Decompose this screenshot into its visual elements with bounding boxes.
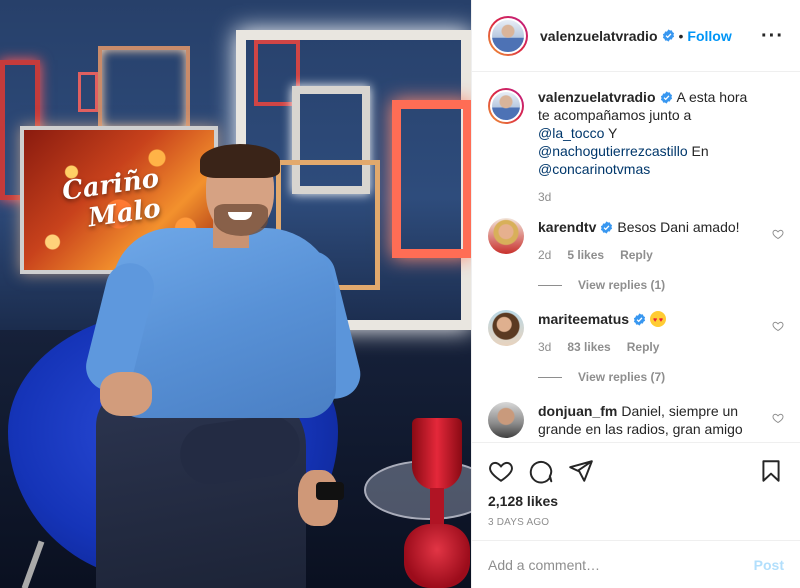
replies-divider — [538, 376, 562, 378]
red-goblet — [412, 418, 462, 490]
instagram-post: Cariño Malo valenzuelatvradio • Follow ·… — [0, 0, 800, 588]
caption-username[interactable]: valenzuelatvradio — [538, 89, 656, 105]
person-hair — [200, 144, 280, 178]
post-header: valenzuelatvradio • Follow ··· — [472, 0, 800, 72]
comment-likes[interactable]: 83 likes — [567, 338, 610, 356]
commenter-avatar[interactable] — [488, 218, 524, 254]
view-replies-label: View replies (7) — [578, 370, 666, 384]
comment-meta: 2d 5 likes Reply — [538, 246, 760, 264]
comments-list[interactable]: valenzuelatvradio A esta hora te acompañ… — [472, 72, 800, 442]
verified-badge-icon — [601, 221, 613, 234]
add-comment-bar: Post — [472, 540, 800, 588]
comment-meta: 3d 83 likes Reply — [538, 338, 760, 356]
comment-text: Besos Dani amado! — [617, 219, 740, 235]
commenter-username[interactable]: karendtv — [538, 219, 596, 235]
likes-count[interactable]: 2,128 likes — [488, 493, 784, 509]
caption: valenzuelatvradio A esta hora te acompañ… — [488, 88, 784, 206]
caption-text: En — [687, 143, 709, 159]
commenter-avatar[interactable] — [488, 402, 524, 438]
author-username[interactable]: valenzuelatvradio — [540, 28, 658, 44]
action-bar — [488, 451, 784, 491]
neon-frame — [78, 72, 98, 112]
comment-like-heart-icon[interactable] — [772, 320, 784, 332]
commenter-username[interactable]: mariteematus — [538, 311, 629, 327]
mention-link[interactable]: @concarinotvmas — [538, 161, 650, 177]
replies-divider — [538, 284, 562, 286]
post-actions-area: 2,128 likes 3 DAYS AGO — [472, 442, 800, 540]
person-beard — [214, 204, 268, 236]
more-options-icon[interactable]: ··· — [761, 26, 784, 46]
post-side-panel: valenzuelatvradio • Follow ··· valenzuel… — [471, 0, 800, 588]
neon-frame — [98, 46, 190, 134]
reply-button[interactable]: Reply — [620, 246, 653, 264]
caption-time[interactable]: 3d — [538, 188, 551, 206]
author-avatar[interactable] — [488, 88, 524, 124]
verified-badge-icon — [660, 91, 672, 104]
commenter-avatar[interactable] — [488, 310, 524, 346]
verified-badge-icon — [633, 313, 646, 326]
caption-body: valenzuelatvradio A esta hora te acompañ… — [538, 88, 784, 206]
share-icon[interactable] — [568, 458, 594, 484]
comment-like-heart-icon[interactable] — [772, 228, 784, 240]
comment-likes[interactable]: 5 likes — [567, 246, 604, 264]
comment-item: mariteematus 3d 83 likes Reply View repl… — [488, 310, 784, 386]
caption-meta: 3d — [538, 188, 760, 206]
view-replies-button[interactable]: View replies (7) — [538, 368, 760, 386]
heart-eyes-emoji-icon — [650, 311, 667, 330]
follow-button[interactable]: Follow — [687, 28, 731, 44]
comment-icon[interactable] — [528, 458, 554, 484]
add-comment-input[interactable] — [488, 556, 754, 573]
goblet-stem — [430, 488, 444, 528]
comment-like-heart-icon[interactable] — [772, 412, 784, 424]
bookmark-icon[interactable] — [758, 458, 784, 484]
view-replies-label: View replies (1) — [578, 278, 666, 292]
comment-item: karendtv Besos Dani amado! 2d 5 likes Re… — [488, 218, 784, 294]
comment-body: karendtv Besos Dani amado! 2d 5 likes Re… — [538, 218, 784, 294]
post-comment-button[interactable]: Post — [754, 557, 784, 573]
comment-time[interactable]: 2d — [538, 246, 551, 264]
post-photo[interactable]: Cariño Malo — [0, 0, 471, 588]
caption-text: Y — [604, 125, 618, 141]
reply-button[interactable]: Reply — [627, 338, 660, 356]
neon-frame — [392, 100, 471, 258]
verified-badge-icon — [662, 29, 674, 42]
person-hand — [100, 372, 152, 416]
comment-time[interactable]: 3d — [538, 338, 551, 356]
heart-icon[interactable] — [488, 458, 514, 484]
red-vase — [404, 524, 470, 588]
mention-link[interactable]: @nachogutierrezcastillo — [538, 143, 688, 159]
separator-dot: • — [678, 27, 684, 44]
comment-body: donjuan_fm Daniel, siempre un grande en l… — [538, 402, 784, 442]
comment-item: donjuan_fm Daniel, siempre un grande en l… — [488, 402, 784, 442]
mention-link[interactable]: @la_tocco — [538, 125, 604, 141]
wristwatch — [316, 482, 344, 500]
tv-logo-text: Cariño Malo — [60, 164, 165, 237]
post-date[interactable]: 3 DAYS AGO — [488, 517, 784, 528]
comment-body: mariteematus 3d 83 likes Reply View repl… — [538, 310, 784, 386]
author-avatar[interactable] — [488, 15, 528, 56]
commenter-username[interactable]: donjuan_fm — [538, 403, 617, 419]
view-replies-button[interactable]: View replies (1) — [538, 276, 760, 294]
